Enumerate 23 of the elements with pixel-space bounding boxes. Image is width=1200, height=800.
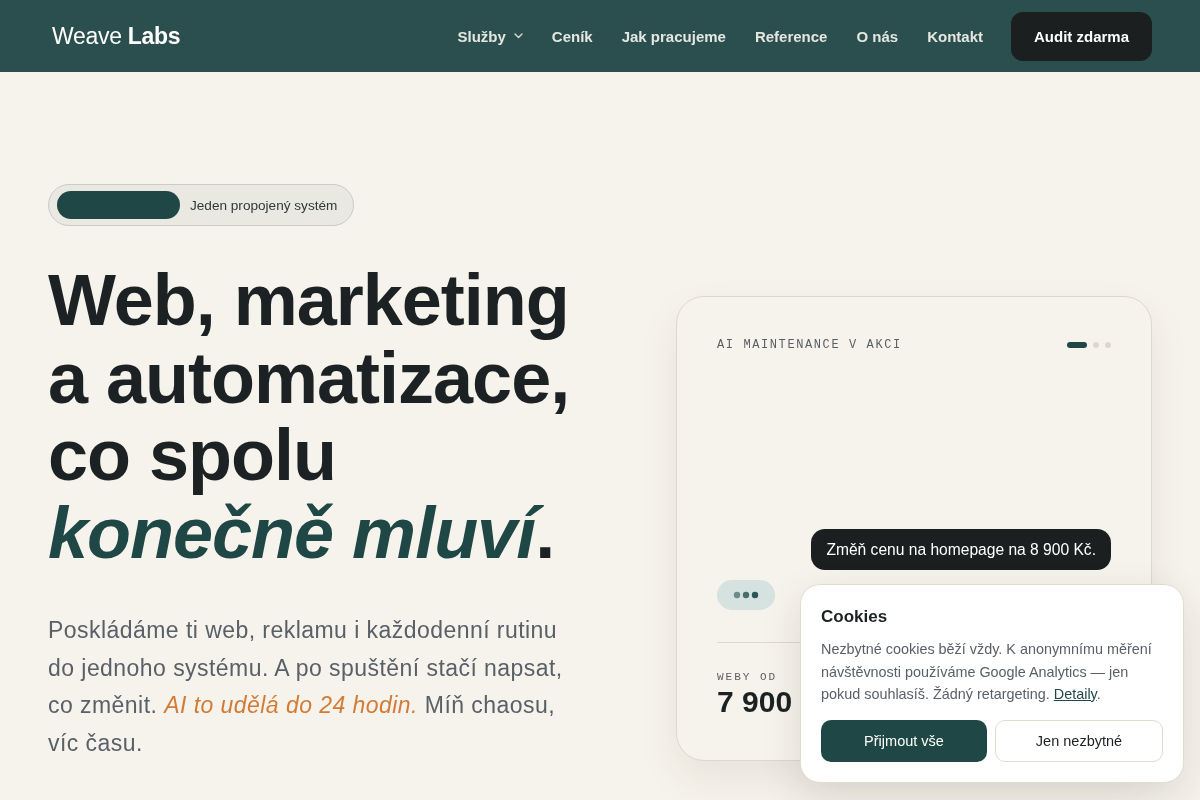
price-label: WEBY OD xyxy=(717,670,778,684)
nav-link[interactable]: Služby xyxy=(457,27,523,45)
logo[interactable]: Weave Labs xyxy=(52,22,181,50)
tag-text: Jeden propojený systém xyxy=(190,197,338,213)
cookie-title: Cookies xyxy=(821,606,889,628)
nav-link[interactable]: Kontakt xyxy=(927,27,983,45)
details-link[interactable]: Detaily xyxy=(1053,686,1097,702)
nav-link[interactable]: Jak pracujeme xyxy=(621,27,726,45)
nav-link[interactable]: O nás xyxy=(856,27,899,45)
accept-all-button[interactable]: Přijmout vše xyxy=(821,719,987,762)
slide-dot-icon[interactable] xyxy=(1105,342,1111,348)
card-label: AI MAINTENANCE V AKCI xyxy=(717,338,902,352)
cookie-text: Nezbytné cookies běží vždy. K anonymnímu měření návštěvnosti používáme Google Analytics — jen pokud souhlasíš. Žádný retargeting. Detaily. xyxy=(821,640,1153,704)
nav-link[interactable]: Reference xyxy=(754,27,828,45)
essential-only-button[interactable]: Jen nezbytné xyxy=(995,719,1163,762)
pill-icon xyxy=(57,191,180,219)
hero-paragraph: Poskládáme ti web, reklamu i každodenní rutinu do jednoho systému. A po spuštění stačí napsat, co změnit. AI to udělá do 24 hodin. Míň chaosu, víc času. xyxy=(48,616,563,759)
hero-heading: Web, marketing a automatizace, co spolu konečně mluví. xyxy=(48,262,570,572)
slide-dot-icon[interactable] xyxy=(1093,342,1099,348)
audit-button[interactable]: Audit zdarma xyxy=(1011,11,1152,61)
price-value: 7 900 xyxy=(717,684,793,720)
nav-link[interactable]: Ceník xyxy=(551,27,593,45)
chat-message: Změň cenu na homepage na 8 900 Kč. xyxy=(811,529,1111,570)
